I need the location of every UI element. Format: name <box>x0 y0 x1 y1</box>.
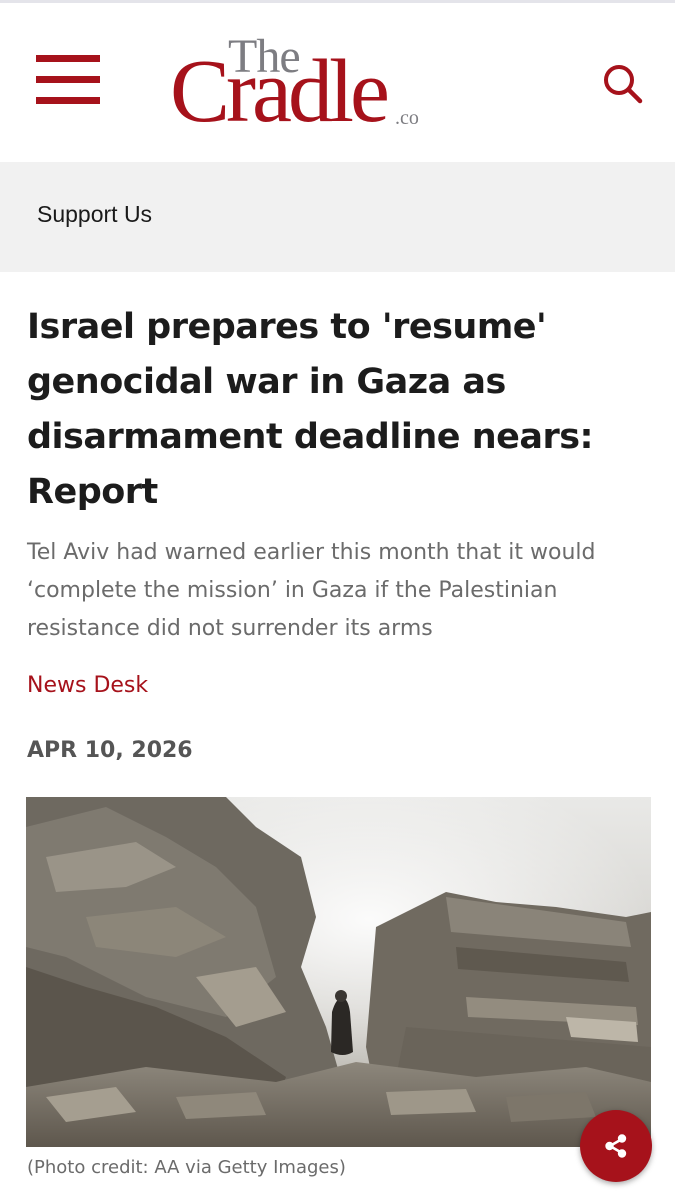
article-photo <box>26 797 651 1147</box>
support-us-link[interactable]: Support Us <box>37 203 152 226</box>
article-subtitle: Tel Aviv had warned earlier this month t… <box>27 540 596 641</box>
logo-cradle: Cradle <box>170 42 390 141</box>
publish-date: APR 10, 2026 <box>27 738 193 763</box>
site-header: The Cradle .co <box>0 3 675 162</box>
share-icon[interactable] <box>580 1110 652 1182</box>
logo-co: .co <box>395 107 419 129</box>
photo-caption: (Photo credit: AA via Getty Images) <box>27 1157 346 1178</box>
article-page: The Cradle .co Support Us Israel prepare… <box>0 0 675 1200</box>
site-logo[interactable]: The Cradle .co <box>168 29 438 139</box>
search-icon[interactable] <box>602 63 644 105</box>
author-link[interactable]: News Desk <box>27 675 148 697</box>
article-headline: Israel prepares to 'resume' genocidal wa… <box>27 307 594 512</box>
hamburger-menu-icon[interactable] <box>36 55 100 109</box>
